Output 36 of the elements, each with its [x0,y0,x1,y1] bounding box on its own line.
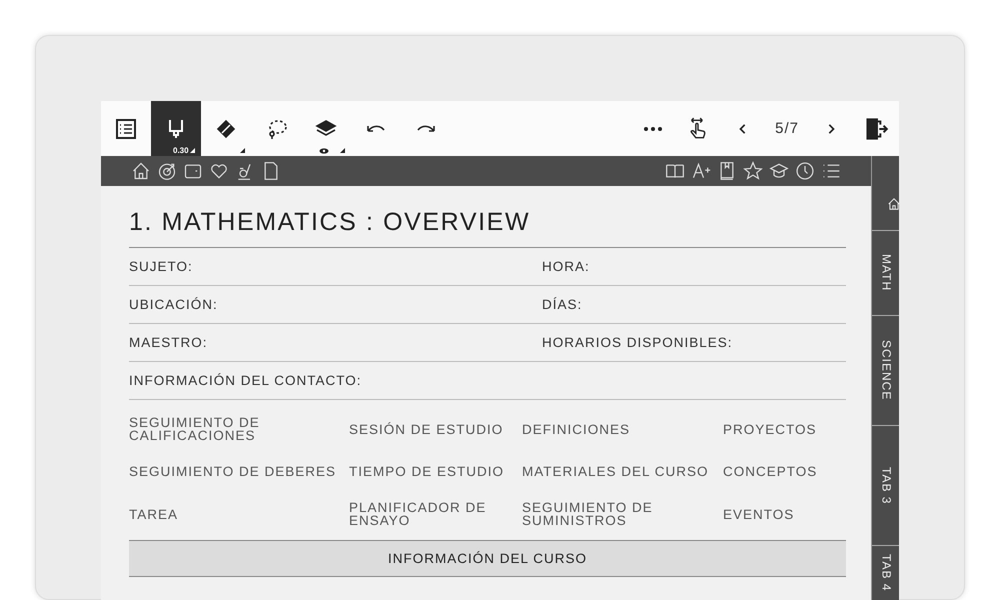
section-link[interactable]: PROYECTOS [723,422,846,436]
font-size-icon[interactable] [691,161,711,181]
home-icon[interactable] [131,161,151,181]
side-tab[interactable]: MATH [872,231,899,316]
clock-icon[interactable] [795,161,815,181]
target-icon[interactable] [157,161,177,181]
field-label: HORA: [542,259,591,274]
side-tab[interactable]: TAB 4 [872,546,899,600]
section-link[interactable]: SESIÓN DE ESTUDIO [349,422,522,436]
tool-button[interactable]: 0.30 [151,101,201,156]
section-link[interactable]: SEGUIMIENTO DE CALIFICACIONES [129,416,349,443]
section-link[interactable]: EVENTOS [723,508,846,521]
field-label: UBICACIÓN: [129,297,219,312]
section-link[interactable]: CONCEPTOS [723,465,846,478]
page-title: 1. MATHEMATICS : OVERVIEW [129,208,846,248]
side-tab[interactable]: TAB 3 [872,426,899,546]
section-link[interactable]: TIEMPO DE ESTUDIO [349,465,522,478]
section-link[interactable]: TAREA [129,508,349,521]
star-icon[interactable] [743,161,763,181]
list-icon[interactable] [114,116,138,140]
field-label: MAESTRO: [129,335,209,350]
field-label: SUJETO: [129,259,194,274]
section-link[interactable]: SEGUIMIENTO DE DEBERES [129,465,349,478]
field-label: DÍAS: [542,297,584,312]
section-link[interactable]: DEFINICIONES [522,422,723,436]
page-indicator: 5/7 [775,120,799,137]
section-link[interactable]: SEGUIMIENTO DE SUMINISTROS [522,500,723,528]
more-icon[interactable] [643,126,664,132]
pen-size-label: 0.30 [173,146,189,155]
side-tab[interactable]: SCIENCE [872,316,899,426]
section-link[interactable]: PLANIFICADOR DE ENSAYO [349,500,522,528]
home-icon [887,197,899,211]
section-header: INFORMACIÓN DEL CURSO [129,540,846,576]
field-label: INFORMACIÓN DEL CONTACTO: [129,373,363,388]
section-link[interactable]: MATERIALES DEL CURSO [522,465,723,478]
field-label: HORARIOS DISPONIBLES: [542,335,734,350]
